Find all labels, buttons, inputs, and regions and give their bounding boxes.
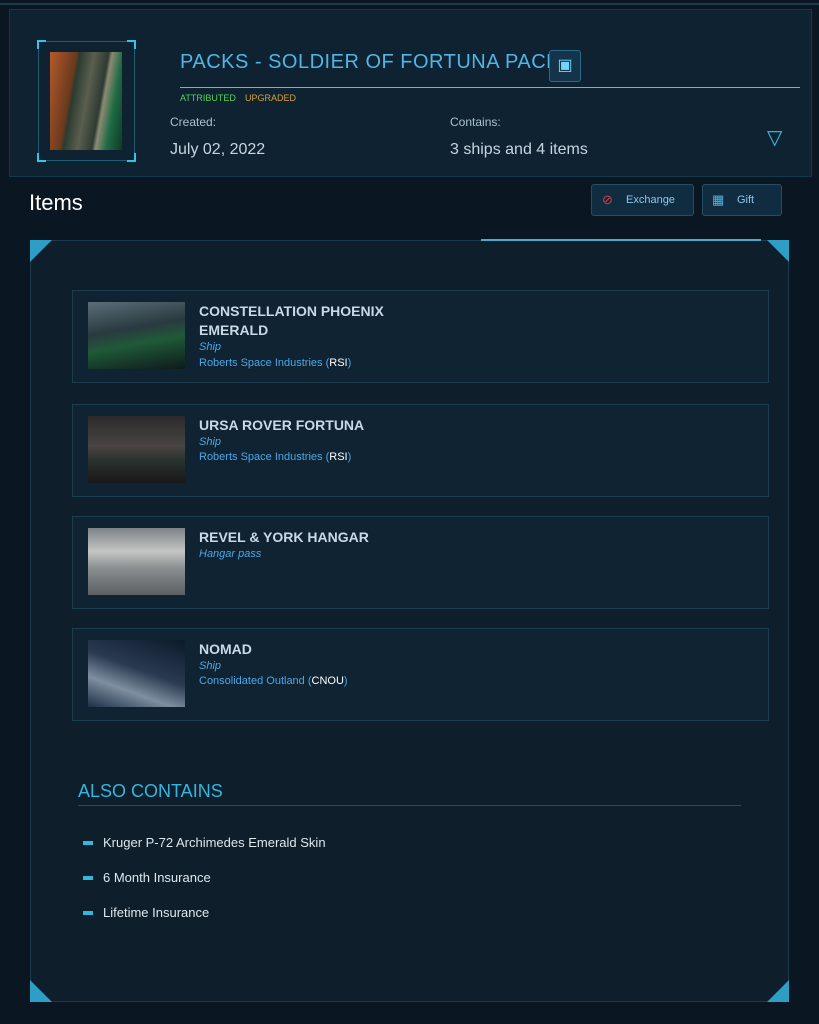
- bullet-icon: [83, 876, 93, 880]
- bullet-icon: [83, 911, 93, 915]
- frame-corner: [37, 153, 46, 162]
- contains-label: Contains:: [450, 115, 501, 129]
- exchange-button[interactable]: ⊘ Exchange: [591, 184, 694, 216]
- item-thumbnail: [88, 640, 185, 707]
- items-heading: Items: [29, 190, 83, 215]
- manufacturer-code: CNOU: [311, 675, 344, 687]
- panel-corner: [30, 980, 52, 1002]
- contains-value: 3 ships and 4 items: [450, 141, 588, 158]
- item-type: Ship: [199, 436, 222, 448]
- also-contains-heading: ALSO CONTAINS: [78, 781, 223, 801]
- frame-corner: [127, 153, 136, 162]
- list-item[interactable]: REVEL & YORK HANGAR Hangar pass: [72, 516, 769, 609]
- also-contains-item: 6 Month Insurance: [103, 870, 211, 885]
- triangle-down-icon[interactable]: ▽: [767, 128, 782, 148]
- item-name: REVEL & YORK HANGAR: [199, 529, 369, 545]
- item-thumbnail: [88, 416, 185, 483]
- list-item[interactable]: CONSTELLATION PHOENIX EMERALD Ship Rober…: [72, 290, 769, 383]
- item-name: NOMAD: [199, 641, 252, 657]
- pack-header: PACKS - SOLDIER OF FORTUNA PACK ▣ ATTRIB…: [9, 9, 812, 177]
- gift-label: Gift: [737, 194, 755, 206]
- panel-corner: [767, 980, 789, 1002]
- title-underline: [180, 87, 800, 88]
- list-item[interactable]: URSA ROVER FORTUNA Ship Roberts Space In…: [72, 404, 769, 497]
- attributed-tag: ATTRIBUTED: [180, 93, 236, 103]
- manufacturer-name: Roberts Space Industries: [199, 357, 323, 369]
- no-entry-icon: ⊘: [602, 192, 613, 207]
- pack-thumbnail-frame[interactable]: [37, 40, 136, 162]
- item-manufacturer: Consolidated Outland (CNOU): [199, 675, 348, 687]
- created-value: July 02, 2022: [170, 141, 266, 158]
- manufacturer-code: RSI: [329, 357, 348, 369]
- item-manufacturer: Roberts Space Industries (RSI): [199, 451, 352, 463]
- manufacturer-name: Consolidated Outland: [199, 675, 305, 687]
- manufacturer-code: RSI: [329, 451, 348, 463]
- gift-icon: ▦: [712, 192, 725, 207]
- panel-corner: [30, 240, 52, 262]
- bullet-icon: [83, 841, 93, 845]
- item-type: Hangar pass: [199, 548, 262, 560]
- pack-thumbnail-image: [50, 52, 122, 150]
- item-type: Ship: [199, 660, 222, 672]
- manufacturer-name: Roberts Space Industries: [199, 451, 323, 463]
- also-contains-divider: [78, 805, 741, 806]
- item-name: CONSTELLATION PHOENIX EMERALD: [199, 303, 384, 338]
- chip-icon[interactable]: ▣: [549, 50, 581, 82]
- item-name: URSA ROVER FORTUNA: [199, 417, 365, 433]
- also-contains-item: Lifetime Insurance: [103, 905, 210, 920]
- frame-corner: [127, 40, 136, 49]
- exchange-label: Exchange: [626, 194, 675, 206]
- item-thumbnail: [88, 528, 185, 595]
- created-label: Created:: [170, 115, 217, 129]
- panel-corner: [767, 240, 789, 262]
- item-thumbnail: [88, 302, 185, 369]
- also-contains-item: Kruger P-72 Archimedes Emerald Skin: [103, 835, 326, 850]
- list-item[interactable]: NOMAD Ship Consolidated Outland (CNOU): [72, 628, 769, 721]
- top-divider: [0, 3, 819, 5]
- gift-button[interactable]: ▦ Gift: [702, 184, 782, 216]
- pack-title: PACKS - SOLDIER OF FORTUNA PACK: [180, 51, 561, 73]
- item-manufacturer: Roberts Space Industries (RSI): [199, 357, 352, 369]
- panel-accent-line: [481, 239, 761, 241]
- frame-corner: [37, 40, 46, 49]
- upgraded-tag: UPGRADED: [245, 93, 297, 103]
- item-type: Ship: [199, 341, 222, 353]
